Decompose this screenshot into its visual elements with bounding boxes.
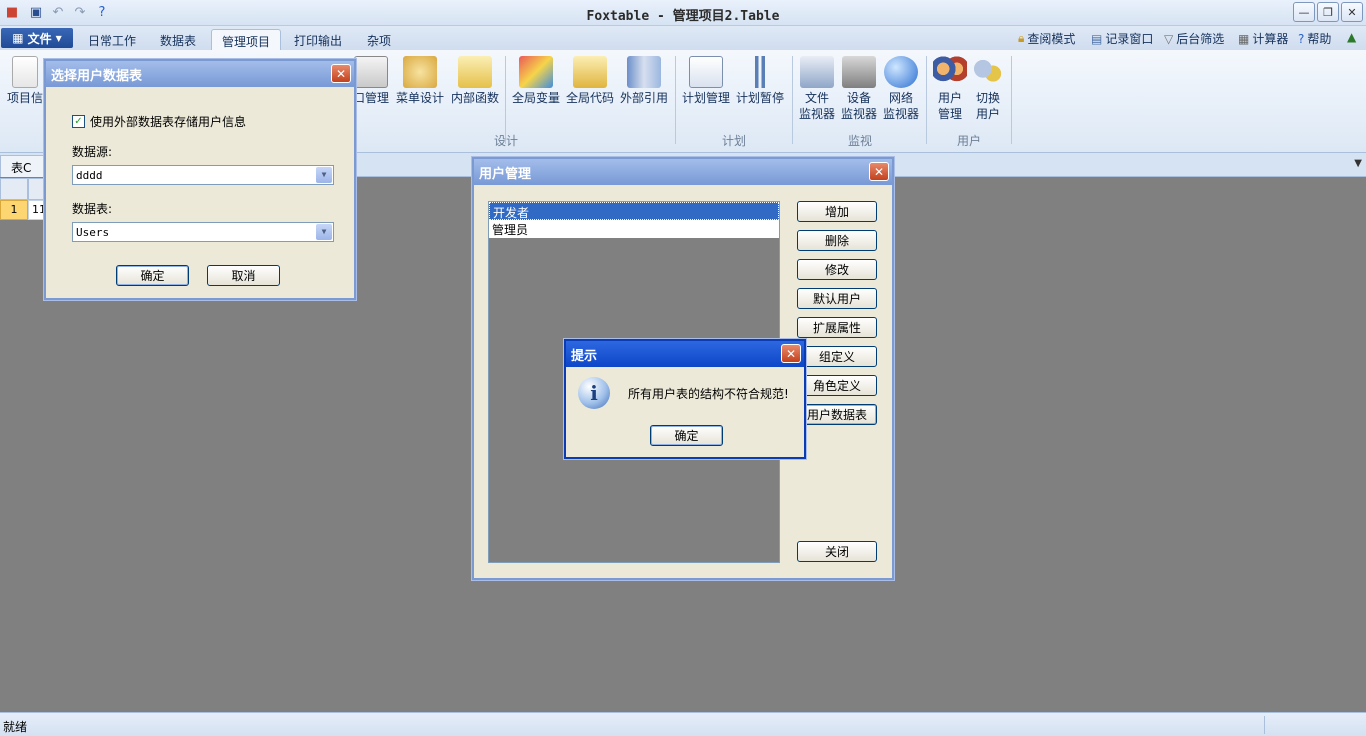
group-label-design: 设计 (493, 134, 518, 148)
menu-design-icon (403, 56, 437, 88)
ribbon-separator (1011, 56, 1012, 144)
close-icon[interactable]: ✕ (331, 64, 351, 83)
group-label-user: 用户 (956, 134, 981, 148)
ribbon-tab-row: ▦ 文件 ▼ 日常工作 数据表 管理项目 打印输出 杂项 🔒︎ 查阅模式 ▤ 记… (0, 26, 1366, 50)
grid-row-header[interactable]: 1 (0, 200, 28, 220)
close-icon[interactable]: ✕ (869, 162, 889, 181)
table-label: 数据表: (72, 202, 113, 216)
add-button[interactable]: 增加 (797, 201, 877, 222)
tab-misc[interactable]: 杂项 (357, 29, 401, 50)
plan-pause-button[interactable]: 计划暂停 (733, 56, 787, 106)
close-icon[interactable]: ✕ (781, 344, 801, 363)
use-external-checkbox[interactable]: ✓ 使用外部数据表存储用户信息 (72, 113, 246, 130)
list-item[interactable]: 开发者 (489, 202, 779, 220)
status-text: 就绪 (3, 720, 28, 734)
plan-mgmt-button[interactable]: 计划管理 (679, 56, 733, 106)
dialog-caption: 选择用户数据表 ✕ (46, 61, 354, 87)
internal-func-button[interactable]: 内部函数 (448, 56, 502, 106)
switch-user-button[interactable]: 切换 用户 (961, 56, 1015, 122)
app-logo-icon: ▲ (1347, 30, 1357, 44)
global-code-icon (573, 56, 607, 88)
project-info-button[interactable]: 项目信 (0, 56, 50, 106)
status-divider (1264, 716, 1265, 734)
global-code-button[interactable]: 全局代码 (563, 56, 617, 106)
ok-button[interactable]: 确定 (116, 265, 189, 286)
global-var-icon (519, 56, 553, 88)
ext-props-button[interactable]: 扩展属性 (797, 317, 877, 338)
prompt-dialog: 提示 ✕ i 所有用户表的结构不符合规范! 确定 (564, 339, 806, 459)
device-monitor-icon (842, 56, 876, 88)
delete-button[interactable]: 删除 (797, 230, 877, 251)
menu-design-button[interactable]: 菜单设计 (393, 56, 447, 106)
external-ref-button[interactable]: 外部引用 (617, 56, 671, 106)
group-label-plan: 计划 (721, 134, 746, 148)
pause-icon (743, 56, 777, 88)
datasource-label: 数据源: (72, 145, 113, 159)
help-circle-icon: ? (1298, 31, 1305, 46)
info-icon: i (578, 377, 610, 409)
file-menu-button[interactable]: ▦ 文件 ▼ (1, 28, 73, 48)
datasource-select[interactable]: dddd ▼ (72, 165, 334, 185)
title-bar: ■ ▣ ↶ ↷ ? Foxtable - 管理项目2.Table — ❐ ✕ (0, 0, 1366, 26)
view-mode-button[interactable]: 🔒︎ 查阅模式 (1018, 30, 1075, 47)
list-item[interactable]: 管理员 (489, 220, 779, 238)
ribbon-separator (505, 56, 506, 144)
modify-button[interactable]: 修改 (797, 259, 877, 280)
books-icon (627, 56, 661, 88)
switch-user-icon (971, 56, 1005, 88)
cancel-button[interactable]: 取消 (207, 265, 280, 286)
select-user-table-dialog: 选择用户数据表 ✕ ✓ 使用外部数据表存储用户信息 数据源: dddd ▼ 数据… (44, 59, 356, 300)
file-monitor-icon (800, 56, 834, 88)
user-table-button[interactable]: 用户数据表 (797, 404, 877, 425)
tab-manage-project[interactable]: 管理项目 (211, 29, 282, 50)
dialog-caption: 用户管理 ✕ (474, 159, 892, 185)
grid-corner[interactable] (0, 178, 28, 200)
dialog-caption: 提示 ✕ (566, 341, 804, 367)
tab-data-table[interactable]: 数据表 (150, 29, 206, 50)
close-button[interactable]: 关闭 (797, 541, 877, 562)
group-def-button[interactable]: 组定义 (797, 346, 877, 367)
status-bar: 就绪 (0, 712, 1366, 736)
calculator-button[interactable]: ▦ 计算器 (1238, 30, 1288, 47)
prompt-message: 所有用户表的结构不符合规范! (628, 387, 789, 401)
dropdown-arrow-icon[interactable]: ▼ (1354, 158, 1362, 169)
function-icon (458, 56, 492, 88)
group-label-monitor: 监视 (847, 134, 872, 148)
record-window-button[interactable]: ▤ 记录窗口 (1091, 30, 1153, 47)
help-button[interactable]: ? 帮助 (1298, 30, 1331, 47)
document-icon (12, 56, 38, 88)
window-form-icon (354, 56, 388, 88)
globe-icon (884, 56, 918, 88)
chevron-down-icon: ▼ (55, 33, 62, 43)
table-select[interactable]: Users ▼ (72, 222, 334, 242)
default-user-button[interactable]: 默认用户 (797, 288, 877, 309)
table-tab[interactable]: 表C (0, 155, 44, 177)
ribbon-separator (675, 56, 676, 144)
tab-daily-work[interactable]: 日常工作 (78, 29, 146, 50)
window-title: Foxtable - 管理项目2.Table (586, 9, 780, 24)
role-def-button[interactable]: 角色定义 (797, 375, 877, 396)
restore-button[interactable]: ❐ (1317, 2, 1339, 22)
lock-icon: 🔒︎ (1018, 31, 1025, 45)
net-monitor-button[interactable]: 网络 监视器 (874, 56, 928, 122)
ok-button[interactable]: 确定 (650, 425, 723, 446)
close-window-button[interactable]: ✕ (1341, 2, 1363, 22)
bg-filter-button[interactable]: ▽ 后台筛选 (1164, 30, 1224, 47)
tab-print-output[interactable]: 打印输出 (284, 29, 352, 50)
minimize-button[interactable]: — (1293, 2, 1315, 22)
filter-icon: ▽ (1164, 31, 1174, 46)
checkbox-check-icon: ✓ (72, 115, 85, 128)
chevron-down-icon[interactable]: ▼ (316, 224, 332, 240)
grid-icon: ▦ (12, 31, 24, 45)
calendar-icon (689, 56, 723, 88)
calculator-icon: ▦ (1238, 31, 1250, 46)
chevron-down-icon[interactable]: ▼ (316, 167, 332, 183)
global-var-button[interactable]: 全局变量 (509, 56, 563, 106)
window-icon: ▤ (1091, 31, 1103, 46)
